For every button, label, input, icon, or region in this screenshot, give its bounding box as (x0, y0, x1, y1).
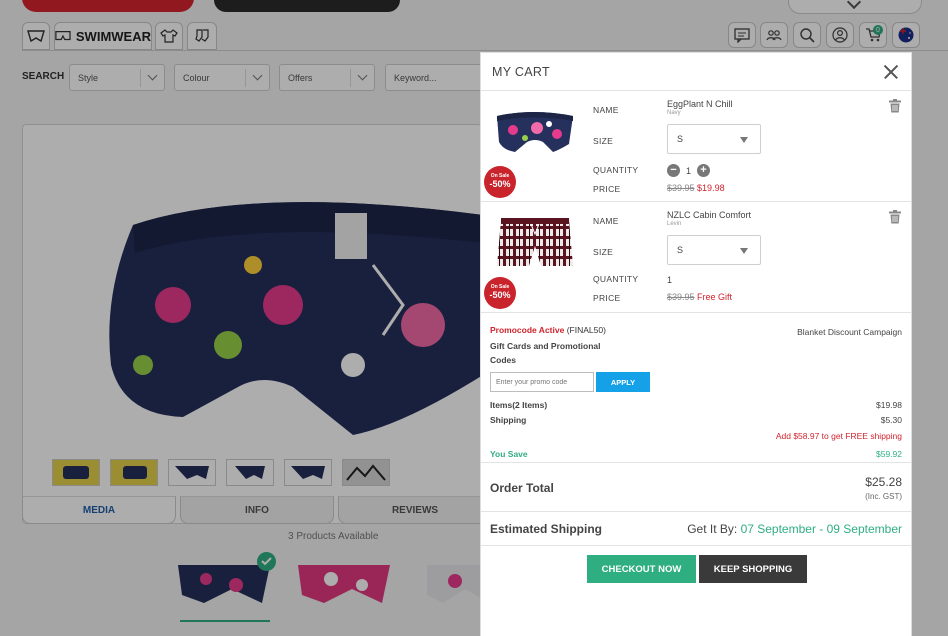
quantity-value: 1 (667, 275, 673, 285)
promo-form: APPLY (490, 372, 902, 392)
item-colour: Levin (667, 221, 682, 227)
items-subtotal-row: Items(2 Items) $19.98 (490, 400, 902, 410)
size-label: SIZE (593, 136, 614, 146)
items-value: $19.98 (876, 400, 902, 410)
quantity-label: QUANTITY (593, 274, 639, 284)
items-label: Items(2 Items) (490, 400, 548, 410)
close-icon[interactable] (881, 62, 901, 82)
get-it-by-label: Get It By: (687, 522, 738, 536)
you-save-row: You Save $59.92 (490, 449, 902, 459)
item-name[interactable]: NZLC Cabin Comfort (667, 210, 751, 220)
free-shipping-note: Add $58.97 to get FREE shipping (775, 431, 902, 441)
order-total-row: Order Total $25.28 (Inc. GST) (481, 463, 911, 511)
sale-badge: On Sale -50% (484, 166, 516, 198)
keep-shopping-button[interactable]: KEEP SHOPPING (699, 555, 807, 583)
item-name-block: EggPlant N Chill Navy (667, 99, 733, 116)
cart-actions: CHECKOUT NOW KEEP SHOPPING (587, 555, 807, 583)
delivery-dates: 07 September - 09 September (740, 522, 902, 536)
order-total-label: Order Total (490, 481, 554, 495)
gift-cards-title: Gift Cards and Promotional Codes (490, 341, 601, 365)
name-label: NAME (593, 216, 619, 226)
item-name-block: NZLC Cabin Comfort Levin (667, 210, 751, 227)
estimated-shipping-label: Estimated Shipping (490, 522, 603, 536)
campaign-name: Blanket Discount Campaign (797, 327, 902, 337)
trash-icon[interactable] (889, 210, 901, 224)
cart-item-image (493, 216, 577, 272)
item-name[interactable]: EggPlant N Chill (667, 99, 733, 109)
checkout-now-button[interactable]: CHECKOUT NOW (587, 555, 696, 583)
cart-item: On Sale -50% NAME EggPlant N Chill Navy … (481, 91, 911, 202)
delivery-estimate: Get It By: 07 September - 09 September (687, 522, 902, 536)
shorts-plaid-image (497, 218, 573, 266)
estimated-shipping-row: Estimated Shipping Get It By: 07 Septemb… (481, 512, 911, 545)
quantity-stepper: − 1 + (667, 164, 711, 177)
promo-code-input[interactable] (490, 372, 594, 392)
gst-note: (Inc. GST) (865, 492, 902, 501)
item-colour: Navy (667, 110, 681, 116)
cart-item-image (493, 105, 577, 161)
size-value: S (677, 245, 684, 255)
size-value: S (677, 134, 684, 144)
name-label: NAME (593, 105, 619, 115)
size-label: SIZE (593, 247, 614, 257)
trash-icon[interactable] (889, 99, 901, 113)
shipping-label: Shipping (490, 415, 527, 425)
cart-item: On Sale -50% NAME NZLC Cabin Comfort Lev… (481, 202, 911, 313)
promo-code: (FINAL50) (566, 325, 606, 335)
shipping-value: $5.30 (880, 415, 902, 425)
cart-header: MY CART (481, 53, 911, 91)
old-price: $39.95 (667, 183, 695, 193)
free-gift-label: Free Gift (697, 292, 733, 302)
shipping-row: Shipping $5.30 (490, 415, 902, 425)
order-total-value: $25.28 (865, 475, 902, 489)
item-price: $39.95 Free Gift (667, 292, 732, 302)
sale-badge: On Sale -50% (484, 277, 516, 309)
price-label: PRICE (593, 293, 621, 303)
sale-badge-percent: -50% (489, 290, 511, 300)
apply-button[interactable]: APPLY (596, 372, 650, 392)
item-price: $39.95 $19.98 (667, 183, 725, 193)
cart-summary: Promocode Active (FINAL50) Blanket Disco… (481, 313, 911, 459)
divider (481, 545, 911, 546)
minus-icon[interactable]: − (667, 164, 680, 177)
size-select[interactable]: S (667, 235, 761, 265)
price-label: PRICE (593, 184, 621, 194)
quantity-label: QUANTITY (593, 165, 639, 175)
new-price: $19.98 (697, 183, 725, 193)
quantity-value: 1 (686, 165, 692, 176)
cart-title: MY CART (492, 64, 550, 79)
promo-active-label: Promocode Active (490, 325, 565, 335)
plus-icon[interactable]: + (697, 164, 711, 177)
you-save-label: You Save (490, 449, 528, 459)
old-price: $39.95 (667, 292, 695, 302)
size-select[interactable]: S (667, 124, 761, 154)
trunks-navy-image (497, 112, 573, 152)
you-save-value: $59.92 (876, 449, 902, 459)
sale-badge-percent: -50% (489, 179, 511, 189)
cart-panel: MY CART On Sale -50% NAME EggPlant N Chi… (480, 52, 912, 636)
